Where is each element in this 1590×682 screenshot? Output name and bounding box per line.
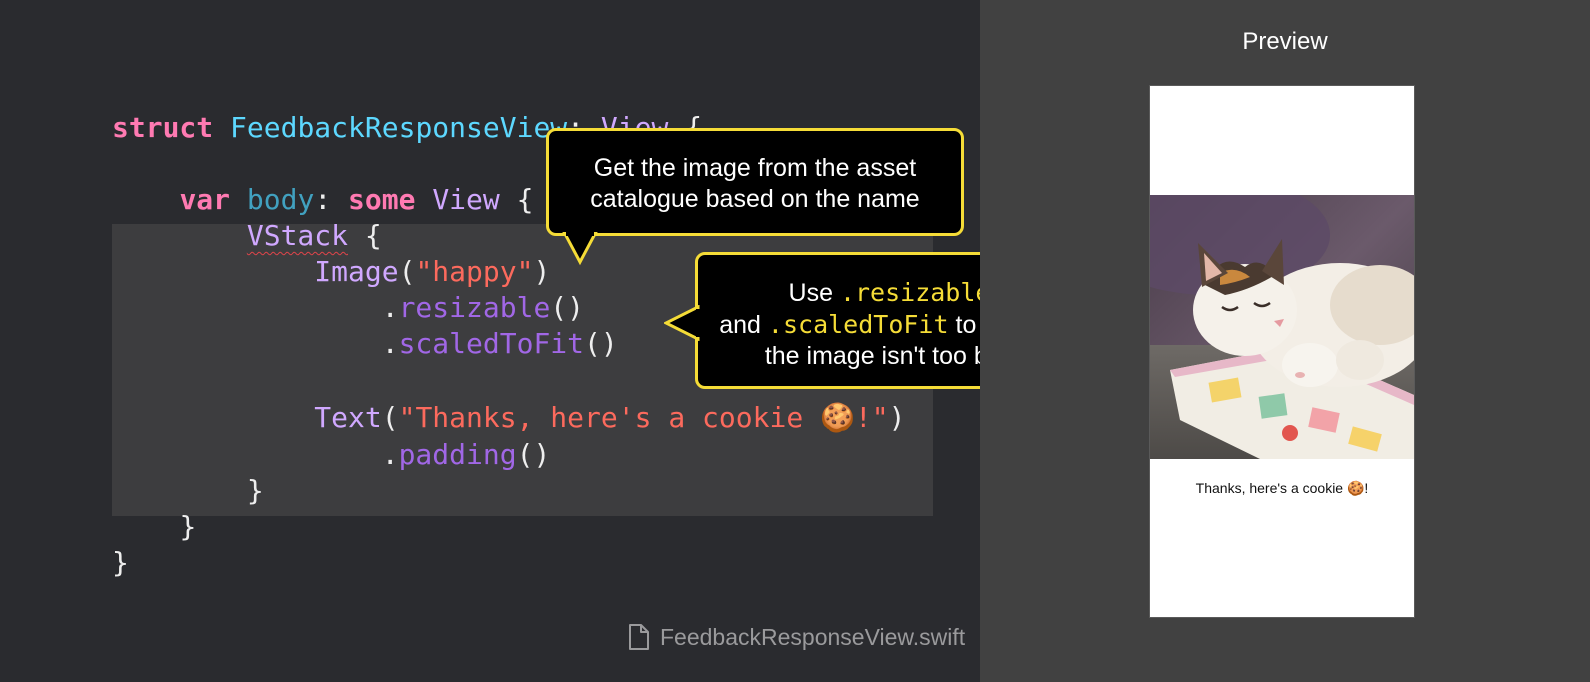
file-name-text: FeedbackResponseView.swift: [660, 623, 966, 650]
string-thanks: "Thanks, here's a cookie 🍪!": [398, 401, 889, 434]
close-brace: }: [246, 474, 264, 507]
code-line-scaledtofit[interactable]: .scaledToFit(): [112, 326, 618, 362]
code-line-close-vstack[interactable]: }: [112, 473, 264, 509]
callout-asset-pointer: [562, 232, 598, 266]
string-happy: "happy": [415, 255, 534, 288]
callout-code-scaledtofit: .scaledToFit: [767, 310, 949, 339]
dot: .: [381, 327, 399, 360]
paren-close: ): [533, 255, 551, 288]
dot: .: [381, 291, 399, 324]
code-line-padding[interactable]: .padding(): [112, 437, 551, 473]
code-line-close-body[interactable]: }: [112, 509, 196, 545]
device-preview[interactable]: Thanks, here's a cookie 🍪!: [1149, 85, 1415, 618]
preview-caption: Thanks, here's a cookie 🍪!: [1195, 480, 1369, 496]
open-brace: {: [516, 183, 534, 216]
callout-asset-line1: Get the image from the asset: [593, 154, 917, 182]
text-initializer: Text: [314, 401, 382, 434]
callout-asset-line2: catalogue based on the name: [590, 185, 920, 213]
dot: .: [381, 438, 399, 471]
cat-photo: [1150, 195, 1414, 459]
code-editor[interactable]: struct FeedbackResponseView: View { var …: [0, 0, 1084, 682]
callout-code-resizable: .resizable: [839, 278, 991, 307]
document-icon: [629, 624, 649, 650]
paren-open: (: [381, 401, 399, 434]
method-resizable: resizable: [398, 291, 551, 324]
type-view: View: [432, 183, 500, 216]
vstack-type: VStack: [246, 219, 349, 252]
keyword-struct: struct: [112, 111, 214, 144]
code-line-vstack[interactable]: VStack {: [112, 218, 382, 254]
paren-close: ): [888, 401, 906, 434]
property-body: body: [246, 183, 315, 216]
code-line-image[interactable]: Image("happy"): [112, 254, 550, 290]
method-padding: padding: [398, 438, 517, 471]
preview-title: Preview: [1242, 28, 1328, 55]
close-brace: }: [179, 510, 197, 543]
preview-panel: Preview Thanks, here's a cookie 🍪!: [980, 0, 1590, 682]
callout-text-use: Use: [788, 279, 833, 307]
paren-open: (: [398, 255, 416, 288]
keyword-var: var: [179, 183, 231, 216]
method-scaledtofit: scaledToFit: [398, 327, 585, 360]
struct-name: FeedbackResponseView: [230, 111, 568, 144]
parens: (): [584, 327, 618, 360]
code-line-close-struct[interactable]: }: [112, 545, 129, 581]
code-line-text[interactable]: Text("Thanks, here's a cookie 🍪!"): [112, 400, 905, 436]
close-brace: }: [112, 546, 129, 579]
code-line-resizable[interactable]: .resizable(): [112, 290, 584, 326]
keyword-some: some: [348, 183, 416, 216]
file-name-label: FeedbackResponseView.swift: [628, 622, 965, 652]
parens: (): [516, 438, 551, 471]
open-brace: {: [364, 219, 382, 252]
callout-text-and: and: [719, 311, 761, 339]
image-initializer: Image: [314, 255, 399, 288]
callout-resize-pointer: [664, 305, 700, 341]
code-line-body[interactable]: var body: some View {: [112, 182, 533, 218]
colon: :: [314, 183, 332, 216]
callout-asset-catalogue: Get the image from the asset catalogue b…: [546, 128, 964, 236]
parens: (): [550, 291, 585, 324]
